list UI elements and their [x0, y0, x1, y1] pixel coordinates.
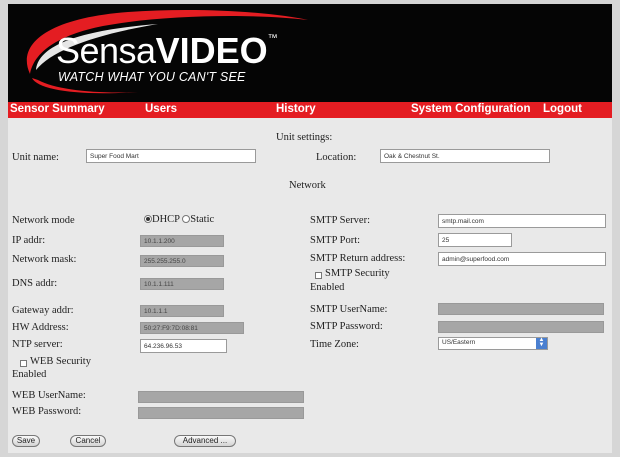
smtp-password-field [438, 321, 604, 333]
logo-text-video: VIDEO [155, 30, 268, 71]
nav-history[interactable]: History [276, 103, 316, 115]
time-zone-select[interactable]: US/Eastern ▲ ▼ [438, 337, 548, 350]
smtp-server-label: SMTP Server: [310, 215, 370, 226]
web-security-checkbox[interactable] [20, 360, 27, 367]
ntp-server-input[interactable]: 64.236.96.53 [140, 339, 227, 353]
smtp-server-input[interactable]: smtp.mail.com [438, 214, 606, 228]
network-mode-label: Network mode [12, 215, 75, 226]
dropdown-arrows-icon: ▲ ▼ [536, 337, 547, 349]
dhcp-radio-label: DHCP [152, 214, 180, 225]
advanced-button[interactable]: Advanced ... [174, 435, 236, 447]
hw-address-label: HW Address: [12, 322, 69, 333]
dns-addr-label: DNS addr: [12, 278, 58, 289]
config-page: SensaVIDEO™ WATCH WHAT YOU CAN'T SEE Sen… [8, 4, 612, 453]
nav-system-configuration[interactable]: System Configuration [411, 103, 530, 115]
web-password-field [138, 407, 304, 419]
header-banner: SensaVIDEO™ WATCH WHAT YOU CAN'T SEE [8, 4, 612, 102]
smtp-security-label-line1: SMTP Security [325, 268, 390, 279]
nav-bar: Sensor Summary Users History System Conf… [8, 102, 612, 118]
location-label: Location: [316, 152, 357, 163]
dhcp-radio[interactable] [144, 215, 152, 223]
logo-wordmark: SensaVIDEO™ [56, 30, 278, 72]
ip-addr-field: 10.1.1.200 [140, 235, 224, 247]
static-radio-label: Static [190, 214, 215, 225]
web-security-label-line1: WEB Security [30, 356, 91, 367]
unit-settings-heading: Unit settings: [276, 132, 333, 143]
ip-addr-label: IP addr: [12, 235, 46, 246]
web-username-field [138, 391, 304, 403]
cancel-button[interactable]: Cancel [70, 435, 106, 447]
smtp-return-input[interactable]: admin@superfood.com [438, 252, 606, 266]
nav-sensor-summary[interactable]: Sensor Summary [10, 103, 105, 115]
unit-name-label: Unit name: [12, 152, 59, 163]
time-zone-value: US/Eastern [442, 339, 476, 346]
smtp-password-label: SMTP Password: [310, 321, 383, 332]
smtp-security-label-line2: Enabled [310, 282, 345, 293]
smtp-port-input[interactable]: 25 [438, 233, 512, 247]
dns-addr-field: 10.1.1.111 [140, 278, 224, 290]
save-button[interactable]: Save [12, 435, 40, 447]
trademark-symbol: ™ [267, 33, 278, 44]
screenshot-frame: SensaVIDEO™ WATCH WHAT YOU CAN'T SEE Sen… [0, 0, 620, 457]
unit-name-input[interactable]: Super Food Mart [86, 149, 256, 163]
web-security-label-line2: Enabled [12, 369, 47, 380]
network-heading: Network [289, 180, 326, 191]
smtp-username-label: SMTP UserName: [310, 304, 388, 315]
network-mask-label: Network mask: [12, 254, 77, 265]
web-username-label: WEB UserName: [12, 390, 86, 401]
smtp-username-field [438, 303, 604, 315]
ntp-server-label: NTP server: [12, 339, 63, 350]
smtp-security-checkbox[interactable] [315, 272, 322, 279]
time-zone-label: Time Zone: [310, 339, 359, 350]
smtp-return-label: SMTP Return address: [310, 253, 406, 264]
nav-logout[interactable]: Logout [543, 103, 582, 115]
location-input[interactable]: Oak & Chestnut St. [380, 149, 550, 163]
gateway-addr-label: Gateway addr: [12, 305, 74, 316]
web-password-label: WEB Password: [12, 406, 82, 417]
gateway-addr-field: 10.1.1.1 [140, 305, 224, 317]
logo-text-sensa: Sensa [56, 30, 156, 71]
logo-tagline: WATCH WHAT YOU CAN'T SEE [58, 70, 246, 84]
network-mode-group: DHCP Static [144, 214, 214, 225]
network-mask-field: 255.255.255.0 [140, 255, 224, 267]
smtp-port-label: SMTP Port: [310, 235, 361, 246]
hw-address-field: 50:27:F9:7D:08:81 [140, 322, 244, 334]
nav-users[interactable]: Users [145, 103, 177, 115]
